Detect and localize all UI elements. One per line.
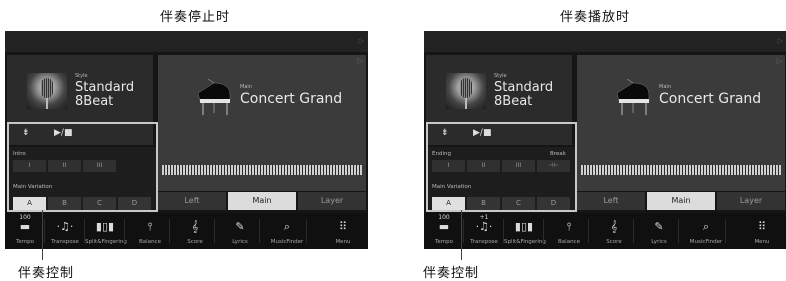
- split-fingering-button[interactable]: ▮▯▮ Split&Fingering: [504, 213, 546, 249]
- treble-clef-icon: 𝄞: [610, 220, 618, 233]
- transpose-button[interactable]: +1 ·♫· Transpose: [464, 213, 504, 249]
- score-button[interactable]: 𝄞 Score: [175, 213, 215, 249]
- voice-name: Concert Grand: [240, 91, 343, 107]
- callout-accompaniment-control: 伴奏控制: [423, 266, 480, 281]
- bottom-bar: 100 ▬ Tempo ·♫· Transpose ▮▯▮ Split&Fingerin…: [5, 213, 368, 249]
- style-category-label: Style: [494, 73, 507, 79]
- corner-arrow-icon[interactable]: ▷: [358, 57, 363, 65]
- split-fingering-icon: ▮▯▮: [95, 220, 115, 233]
- score-button[interactable]: 𝄞 Score: [594, 213, 634, 249]
- style-name-line2: 8Beat: [494, 94, 533, 109]
- treble-clef-icon: 𝄞: [191, 220, 199, 233]
- keyboard-graphic: [581, 165, 781, 175]
- tab-left[interactable]: Left: [577, 192, 645, 210]
- split-fingering-icon: ▮▯▮: [514, 220, 534, 233]
- accompaniment-control-highlight: [7, 122, 158, 212]
- bottom-bar: 100 ▬ Tempo +1 ·♫· Transpose ▮▯▮ Split&Finger…: [424, 213, 786, 249]
- callout-leader-line: [461, 210, 462, 260]
- menu-button[interactable]: ⠿ Menu: [323, 213, 363, 249]
- music-finder-button[interactable]: ⌕ MusicFinder: [686, 213, 726, 249]
- callout-accompaniment-control: 伴奏控制: [18, 266, 75, 281]
- microphone-icon: [446, 73, 486, 109]
- microphone-icon: [27, 73, 67, 109]
- screen-playing: ▷ Style Standard 8Beat ▷ Main Concert Gr…: [424, 31, 786, 249]
- keyboard-graphic: [162, 165, 362, 175]
- tab-layer[interactable]: Layer: [717, 192, 785, 210]
- top-bar: ▷: [5, 31, 368, 52]
- tempo-icon: ▬: [438, 220, 450, 233]
- style-category-label: Style: [75, 73, 88, 79]
- split-fingering-button[interactable]: ▮▯▮ Split&Fingering: [85, 213, 127, 249]
- accompaniment-control-highlight: [426, 122, 577, 212]
- tempo-button[interactable]: 100 ▬ Tempo: [5, 213, 45, 249]
- lyrics-button[interactable]: ✎ Lyrics: [220, 213, 260, 249]
- screen-stopped: ▷ Style Standard 8Beat ▷ Main Concert Gr…: [5, 31, 368, 249]
- style-name-line2: 8Beat: [75, 94, 114, 109]
- part-tabs: Left Main Layer: [158, 192, 366, 210]
- style-name-line1: Standard: [494, 80, 554, 95]
- music-finder-icon: ⌕: [702, 220, 710, 233]
- tempo-icon: ▬: [19, 220, 31, 233]
- style-name-line1: Standard: [75, 80, 135, 95]
- menu-button[interactable]: ⠿ Menu: [742, 213, 782, 249]
- balance-icon: ⫯: [566, 220, 572, 233]
- tab-left[interactable]: Left: [158, 192, 226, 210]
- caption-playing: 伴奏播放时: [560, 10, 631, 25]
- lyrics-icon: ✎: [235, 220, 245, 233]
- tab-main[interactable]: Main: [228, 192, 296, 210]
- part-tabs: Left Main Layer: [577, 192, 785, 210]
- menu-grid-icon: ⠿: [338, 220, 348, 233]
- tab-main[interactable]: Main: [647, 192, 715, 210]
- music-finder-button[interactable]: ⌕ MusicFinder: [267, 213, 307, 249]
- voice-panel[interactable]: ▷ Main Concert Grand: [577, 55, 785, 191]
- voice-category-label: Main: [240, 84, 252, 90]
- lyrics-button[interactable]: ✎ Lyrics: [639, 213, 679, 249]
- tab-layer[interactable]: Layer: [298, 192, 366, 210]
- caption-stopped: 伴奏停止时: [160, 10, 231, 25]
- grand-piano-icon: [616, 79, 650, 115]
- balance-button[interactable]: ⫯ Balance: [130, 213, 170, 249]
- voice-name: Concert Grand: [659, 91, 762, 107]
- balance-button[interactable]: ⫯ Balance: [549, 213, 589, 249]
- corner-arrow-icon[interactable]: ▷: [777, 57, 782, 65]
- transpose-icon: ·♫·: [475, 220, 493, 233]
- lyrics-icon: ✎: [654, 220, 664, 233]
- voice-category-label: Main: [659, 84, 671, 90]
- grand-piano-icon: [197, 79, 231, 115]
- top-bar: ▷: [424, 31, 786, 52]
- music-finder-icon: ⌕: [283, 220, 291, 233]
- menu-grid-icon: ⠿: [757, 220, 767, 233]
- voice-panel[interactable]: ▷ Main Concert Grand: [158, 55, 366, 191]
- corner-arrow-icon[interactable]: ▷: [778, 37, 783, 45]
- balance-icon: ⫯: [147, 220, 153, 233]
- callout-leader-line: [42, 210, 43, 260]
- transpose-icon: ·♫·: [56, 220, 74, 233]
- corner-arrow-icon[interactable]: ▷: [359, 37, 364, 45]
- tempo-button[interactable]: 100 ▬ Tempo: [424, 213, 464, 249]
- transpose-button[interactable]: ·♫· Transpose: [45, 213, 85, 249]
